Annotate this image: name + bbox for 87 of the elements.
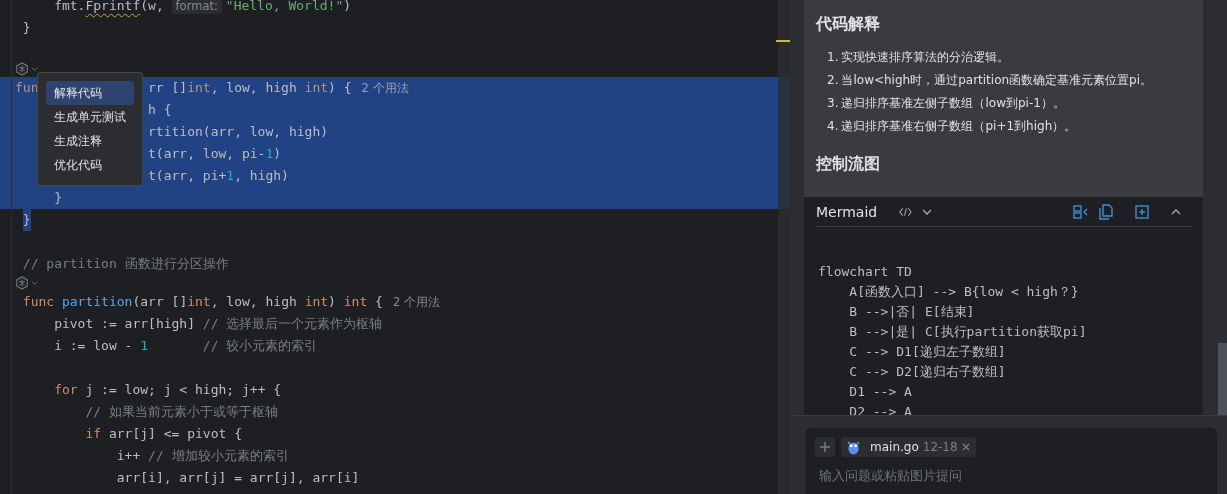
code-text: D1 --> A	[848, 384, 912, 399]
list-text: 当low<high时，通过partition函数确定基准元素位置pi。	[841, 73, 1153, 87]
parameter-hint: format:	[171, 0, 222, 14]
code-text: , high)	[234, 168, 289, 183]
type-name: int	[304, 294, 329, 309]
code-text: t(arr, low, pi-	[148, 146, 266, 161]
code-text: arr[i], arr[j] = arr[j], arr[i]	[115, 470, 360, 485]
code-icon[interactable]	[899, 206, 913, 217]
list-number: 4.	[827, 119, 839, 133]
function-name: partition	[61, 294, 133, 309]
code-text: (w,	[140, 0, 165, 13]
scrollbar[interactable]	[1218, 343, 1227, 415]
code-text: )	[328, 294, 337, 309]
code-text: j := low; j < high; j++ {	[84, 382, 282, 397]
code-text: A[函数入口] --> B{low < high？}	[848, 284, 1079, 299]
code-text: )	[273, 146, 282, 161]
code-text: B -->|否| E[结束]	[848, 304, 975, 319]
number-literal: 1	[226, 168, 235, 183]
copy-icon[interactable]	[1099, 203, 1113, 220]
keyword: fun	[15, 80, 39, 95]
ai-assistant-icon[interactable]	[15, 62, 29, 76]
menu-item[interactable]: 生成注释	[46, 129, 134, 153]
number-literal: 1	[265, 146, 274, 161]
warning-marker[interactable]	[776, 40, 790, 42]
scrollbar[interactable]	[778, 0, 790, 494]
menu-item[interactable]: 生成单元测试	[46, 105, 134, 129]
list-number: 3.	[827, 96, 839, 110]
code-comment: // 较小元素的索引	[201, 338, 318, 353]
code-text: C --> D1[递归左子数组]	[848, 344, 1006, 359]
file-name: main.go	[870, 440, 919, 454]
code-text: h {	[148, 102, 172, 117]
file-chip[interactable]: main.go 12-18	[841, 437, 976, 457]
code-text: i := low -	[53, 338, 134, 353]
keyword: func	[22, 294, 56, 309]
code-text: t(arr, pi+	[148, 168, 227, 183]
type-name: int	[187, 80, 211, 95]
code-text: C --> D2[递归右子数组]	[848, 364, 1006, 379]
code-comment: // 如果当前元素小于或等于枢轴	[84, 404, 278, 419]
list-number: 1.	[827, 50, 839, 64]
keyword: if	[84, 426, 102, 441]
usage-count[interactable]: 2 个用法	[361, 81, 409, 95]
keyword: for	[53, 382, 78, 397]
code-text: fmt.	[53, 0, 86, 13]
code-text: rtition(arr, low, high)	[148, 124, 329, 139]
usage-count[interactable]: 2 个用法	[392, 295, 440, 309]
chevron-up-icon[interactable]	[1171, 208, 1181, 215]
code-text: pivot := arr[high]	[53, 316, 196, 331]
code-comment: // 增加较小元素的索引	[148, 448, 289, 463]
list-text: 实现快速排序算法的分治逻辑。	[841, 50, 1010, 64]
code-text: flowchart TD	[818, 264, 912, 279]
code-text: (arr []	[132, 294, 188, 309]
close-icon[interactable]	[961, 443, 970, 451]
code-text: i++	[115, 448, 142, 463]
code-text: , low, high	[210, 294, 298, 309]
string-literal: "Hello, World!"	[225, 0, 344, 13]
code-text: Fprintf	[85, 0, 141, 13]
code-text: }	[53, 190, 62, 205]
ai-assistant-icon[interactable]	[15, 276, 29, 290]
menu-item[interactable]: 优化代码	[46, 153, 134, 177]
code-text: arr[j] <= pivot {	[107, 426, 242, 441]
code-text: rr []	[148, 80, 188, 95]
chevron-down-icon[interactable]	[922, 208, 933, 215]
add-icon[interactable]	[1135, 204, 1149, 219]
code-text: }	[22, 212, 31, 227]
section-heading: 代码解释	[816, 14, 881, 35]
number-literal: 1	[140, 338, 149, 353]
code-text: {	[374, 294, 383, 309]
chat-input[interactable]: main.go 12-18 输入问题或粘贴图片提问	[805, 428, 1217, 494]
list-text: 递归排序基准左侧子数组（low到pi-1）。	[841, 96, 1065, 110]
type-name: int	[187, 294, 211, 309]
line-range: 12-18	[922, 440, 958, 454]
list-number: 2.	[827, 73, 839, 87]
type-name: int	[304, 80, 329, 95]
code-text: B -->|是| C[执行partition获取pi]	[848, 324, 1087, 339]
section-heading: 控制流图	[816, 154, 881, 175]
code-text: ) {	[328, 80, 352, 95]
type-name: int	[343, 294, 368, 309]
code-comment: // partition 函数进行分区操作	[22, 256, 229, 271]
gopher-icon	[847, 439, 860, 455]
code-text: )	[343, 0, 352, 13]
list-text: 递归排序基准右侧子数组（pi+1到high）。	[841, 119, 1077, 133]
language-label: Mermaid	[816, 203, 878, 220]
layout-icon[interactable]	[1073, 204, 1089, 219]
add-icon[interactable]	[815, 437, 835, 457]
menu-item[interactable]: 解释代码	[46, 81, 134, 105]
code-text: , low, high	[210, 80, 298, 95]
code-text: }	[22, 20, 31, 35]
